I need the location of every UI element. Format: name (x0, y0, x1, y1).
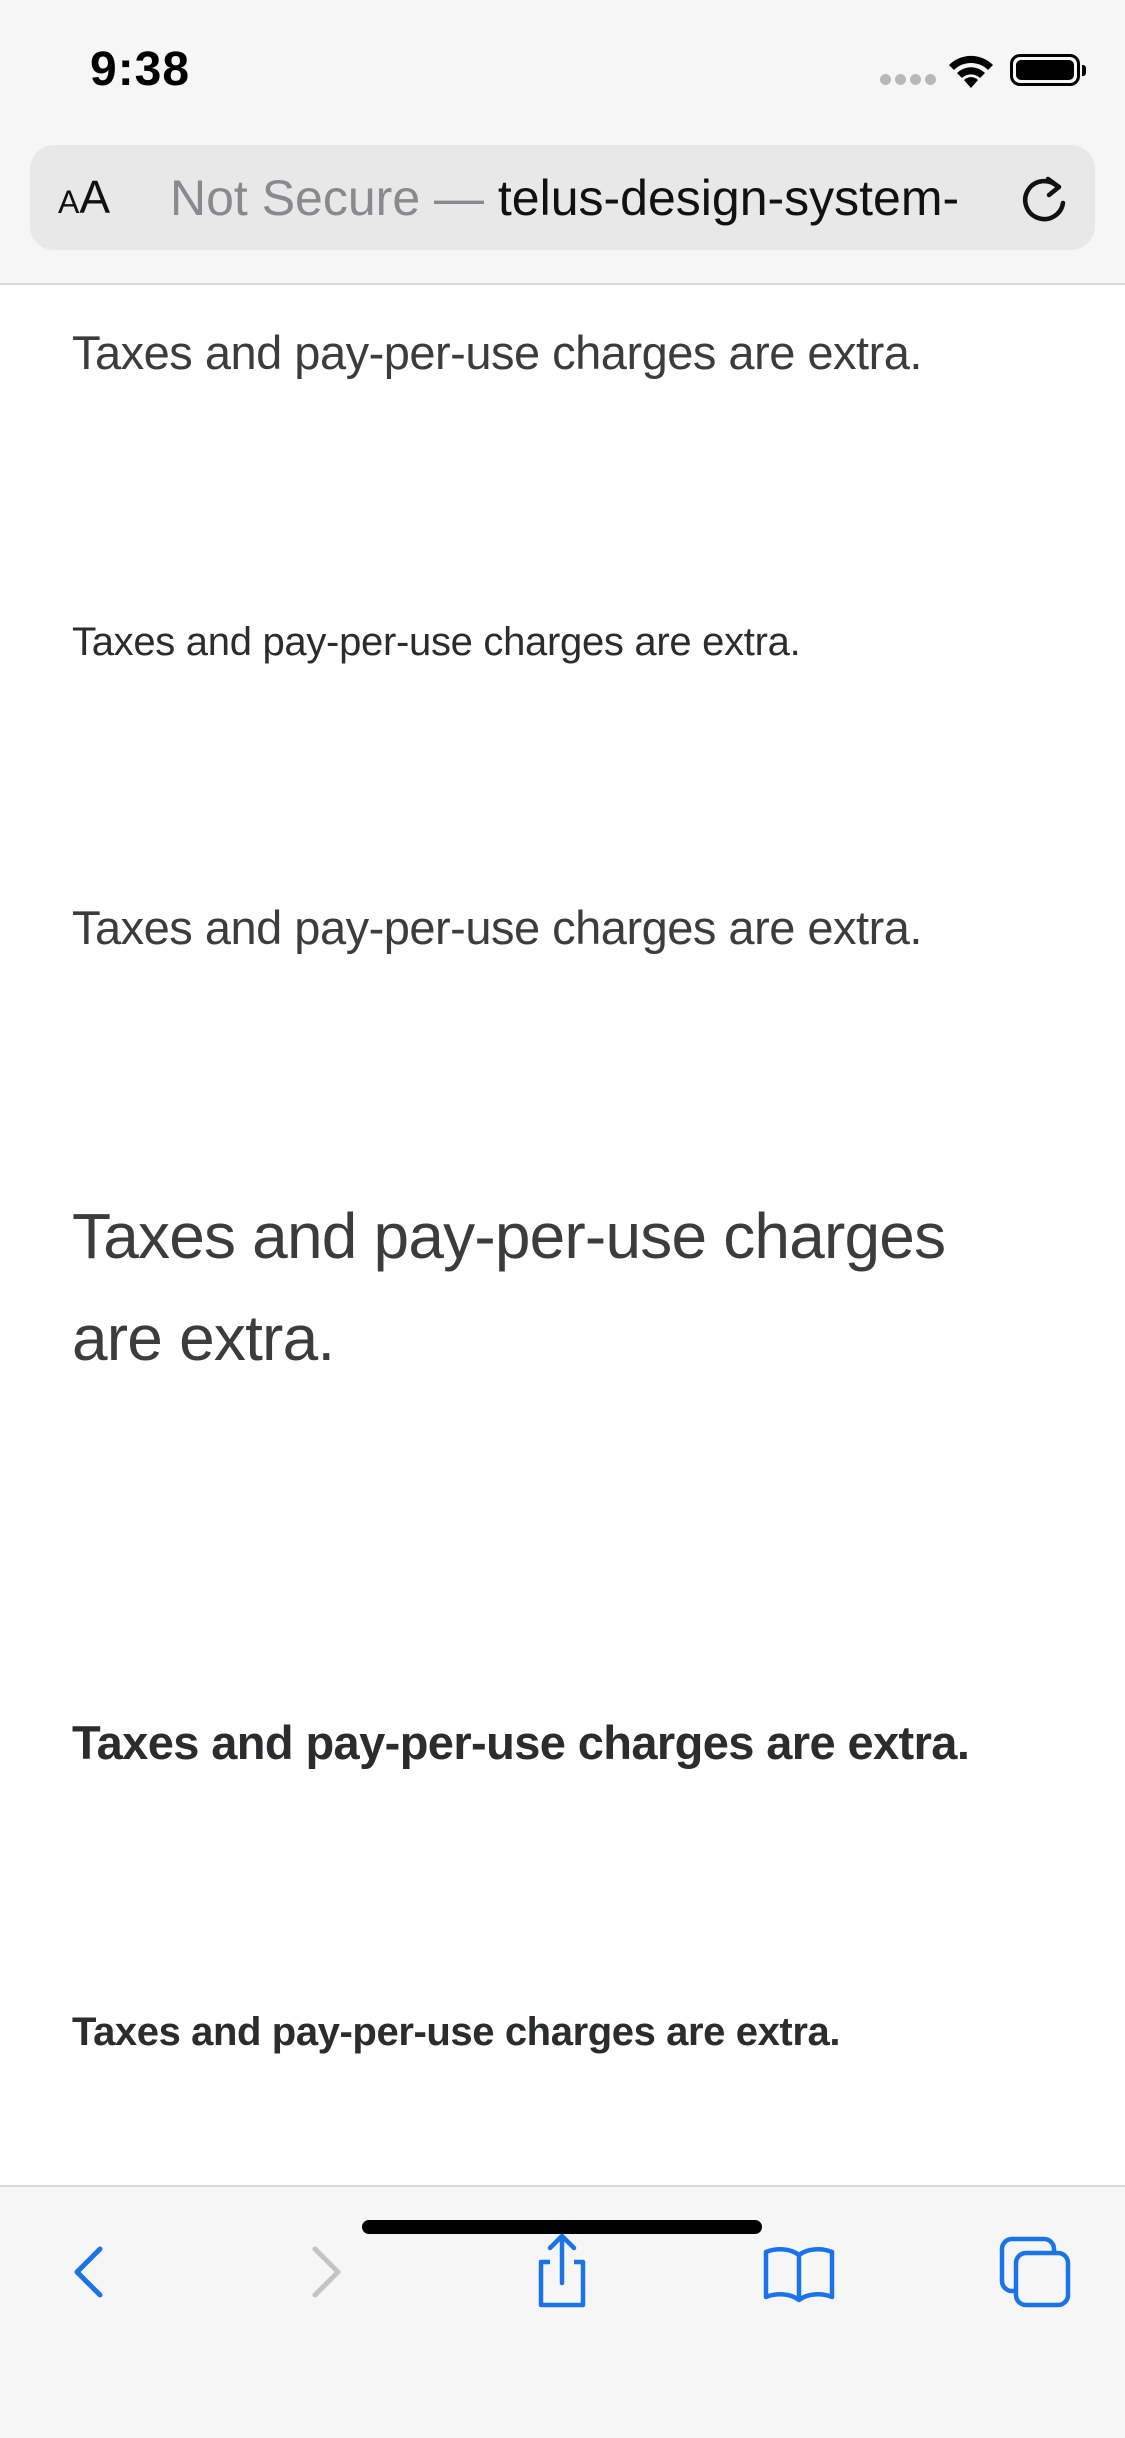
forward-icon[interactable] (280, 2227, 370, 2317)
url-fade (980, 165, 1020, 231)
page-content: Taxes and pay-per-use charges are extra.… (0, 285, 1125, 2185)
text-sample-1: Taxes and pay-per-use charges are extra. (72, 326, 922, 379)
browser-address-area: AA Not Secure — telus-design-system- (0, 135, 1125, 285)
text-size-large-label: A (79, 171, 111, 223)
text-sample-4: Taxes and pay-per-use charges are extra. (72, 1200, 946, 1375)
text-sample-6: Taxes and pay-per-use charges are extra. (72, 2010, 841, 2054)
text-sample-3: Taxes and pay-per-use charges are extra. (72, 901, 922, 954)
browser-toolbar (0, 2185, 1125, 2438)
address-bar[interactable]: AA Not Secure — telus-design-system- (30, 145, 1095, 250)
bookmarks-icon[interactable] (754, 2227, 844, 2317)
cellular-signal-icon (880, 74, 936, 86)
security-warning: Not Secure — (170, 170, 498, 226)
url-domain: telus-design-system- (497, 170, 960, 226)
status-bar: 9:38 (0, 0, 1125, 135)
status-time: 9:38 (90, 43, 191, 96)
text-size-small-label: A (58, 184, 80, 220)
url-field[interactable]: Not Secure — telus-design-system- (170, 170, 1015, 226)
battery-icon (1010, 54, 1086, 86)
wifi-icon (945, 50, 997, 90)
tabs-icon[interactable] (990, 2227, 1080, 2317)
text-sample-2: Taxes and pay-per-use charges are extra. (72, 620, 801, 664)
back-icon[interactable] (45, 2227, 135, 2317)
share-icon[interactable] (517, 2227, 607, 2317)
text-sample-5: Taxes and pay-per-use charges are extra. (72, 1716, 970, 1769)
text-size-button[interactable]: AA (58, 171, 110, 223)
reload-icon[interactable] (1018, 173, 1072, 227)
